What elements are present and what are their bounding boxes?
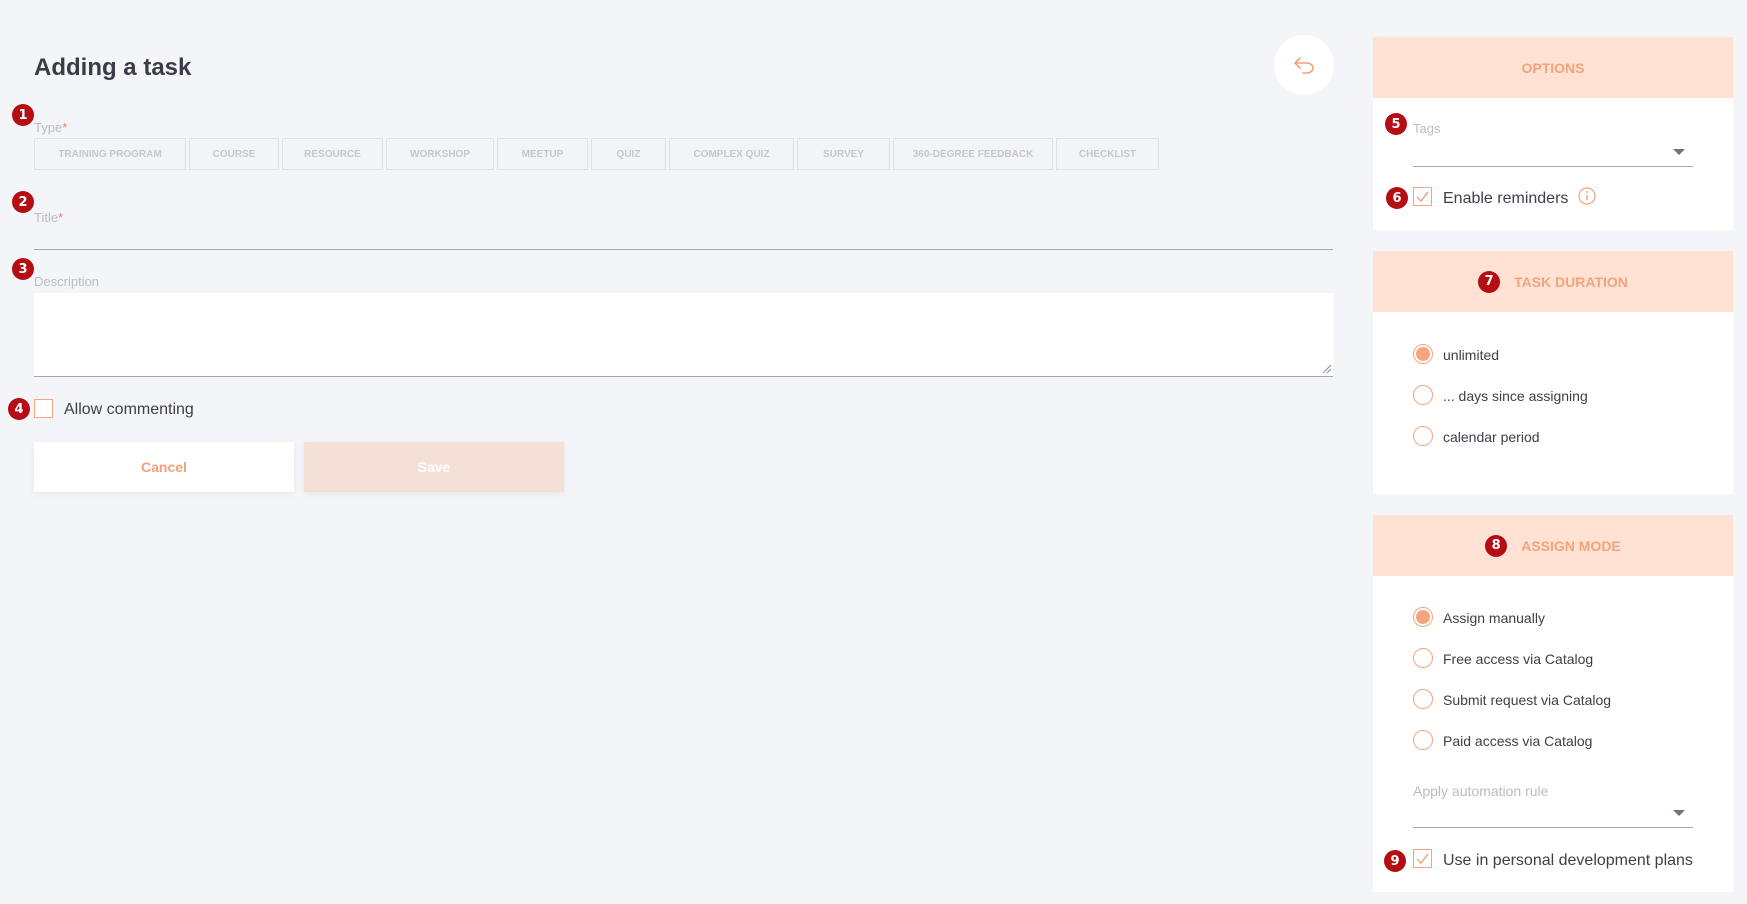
annotation-marker-8: 8 — [1485, 534, 1508, 557]
assign-mode-panel: 8 ASSIGN MODE Assign manually Free acces… — [1373, 515, 1733, 892]
duration-radio-calendar-period[interactable] — [1413, 426, 1433, 446]
type-label-text: Type — [34, 120, 63, 135]
type-option-survey[interactable]: SURVEY — [797, 138, 890, 170]
type-required-mark: * — [62, 120, 68, 135]
duration-label-unlimited: unlimited — [1443, 347, 1500, 363]
assign-label-paid-access-catalog: Paid access via Catalog — [1443, 733, 1593, 749]
undo-arrow-icon — [1294, 57, 1314, 74]
assign-mode-header: 8 ASSIGN MODE — [1373, 515, 1733, 576]
save-button[interactable]: Save — [304, 442, 564, 492]
title-label: Title* — [34, 210, 63, 225]
assign-radio-free-access-catalog[interactable] — [1413, 648, 1433, 668]
type-label: Type* — [34, 120, 67, 135]
cancel-button[interactable]: Cancel — [34, 442, 294, 492]
duration-label-days-since-assigning: ... days since assigning — [1443, 388, 1588, 404]
options-header: OPTIONS — [1373, 37, 1733, 98]
checkmark-icon — [1416, 853, 1429, 864]
options-panel: OPTIONS 5 Tags 6 Enable reminders — [1373, 37, 1733, 230]
task-duration-header: 7 TASK DURATION — [1373, 251, 1733, 312]
type-option-workshop[interactable]: WORKSHOP — [386, 138, 494, 170]
radio-selected-dot — [1416, 610, 1430, 624]
assign-radio-submit-request-catalog[interactable] — [1413, 689, 1433, 709]
duration-radio-days-since-assigning[interactable] — [1413, 385, 1433, 405]
description-label: Description — [34, 274, 100, 289]
title-required-mark: * — [58, 210, 64, 225]
annotation-marker-1: 1 — [12, 104, 34, 126]
annotation-marker-5: 5 — [1385, 113, 1407, 135]
type-option-complex-quiz[interactable]: COMPLEX QUIZ — [669, 138, 794, 170]
assign-radio-manually[interactable] — [1413, 607, 1433, 627]
info-icon[interactable] — [1578, 187, 1596, 205]
annotation-marker-9: 9 — [1384, 850, 1406, 872]
type-option-resource[interactable]: RESOURCE — [282, 138, 383, 170]
assign-label-manually: Assign manually — [1443, 610, 1545, 626]
page-title: Adding a task — [34, 54, 192, 81]
type-option-checklist[interactable]: CHECKLIST — [1056, 138, 1159, 170]
type-option-360-degree-feedback[interactable]: 360-DEGREE FEEDBACK — [893, 138, 1053, 170]
tags-label: Tags — [1413, 121, 1441, 136]
radio-selected-dot — [1416, 347, 1430, 361]
assign-mode-header-text: ASSIGN MODE — [1521, 537, 1621, 554]
chevron-down-icon — [1673, 149, 1685, 155]
annotation-marker-4: 4 — [8, 398, 30, 420]
annotation-marker-3: 3 — [12, 258, 34, 280]
annotation-marker-7: 7 — [1478, 270, 1501, 293]
main-form-area: Adding a task 1 Type* TRAINING PROGRAM C… — [0, 0, 1360, 904]
title-input[interactable] — [34, 224, 1333, 250]
use-in-pdp-label: Use in personal development plans — [1443, 852, 1693, 869]
automation-rule-select[interactable] — [1413, 798, 1693, 828]
annotation-marker-6: 6 — [1386, 187, 1408, 209]
type-selector: TRAINING PROGRAM COURSE RESOURCE WORKSHO… — [34, 138, 1159, 170]
type-option-quiz[interactable]: QUIZ — [591, 138, 666, 170]
title-label-text: Title — [34, 210, 59, 225]
back-button[interactable] — [1274, 35, 1334, 95]
assign-label-submit-request-catalog: Submit request via Catalog — [1443, 692, 1612, 708]
type-option-training-program[interactable]: TRAINING PROGRAM — [34, 138, 186, 170]
assign-radio-paid-access-catalog[interactable] — [1413, 730, 1433, 750]
description-textarea[interactable] — [34, 293, 1333, 377]
tags-select[interactable] — [1413, 137, 1693, 167]
type-option-meetup[interactable]: MEETUP — [497, 138, 588, 170]
allow-commenting-checkbox[interactable] — [34, 399, 53, 418]
automation-rule-label: Apply automation rule — [1413, 783, 1549, 799]
use-in-pdp-checkbox[interactable] — [1413, 849, 1432, 868]
enable-reminders-label: Enable reminders — [1443, 190, 1569, 207]
checkmark-icon — [1416, 191, 1429, 202]
enable-reminders-checkbox[interactable] — [1413, 187, 1432, 206]
task-duration-header-text: TASK DURATION — [1514, 273, 1628, 290]
annotation-marker-2: 2 — [12, 191, 34, 213]
resize-grip-icon[interactable] — [1322, 364, 1332, 374]
allow-commenting-label: Allow commenting — [64, 401, 194, 418]
type-option-course[interactable]: COURSE — [189, 138, 279, 170]
duration-radio-unlimited[interactable] — [1413, 344, 1433, 364]
chevron-down-icon — [1673, 810, 1685, 816]
duration-label-calendar-period: calendar period — [1443, 429, 1540, 445]
task-duration-panel: 7 TASK DURATION unlimited ... days since… — [1373, 251, 1733, 494]
assign-label-free-access-catalog: Free access via Catalog — [1443, 651, 1594, 667]
